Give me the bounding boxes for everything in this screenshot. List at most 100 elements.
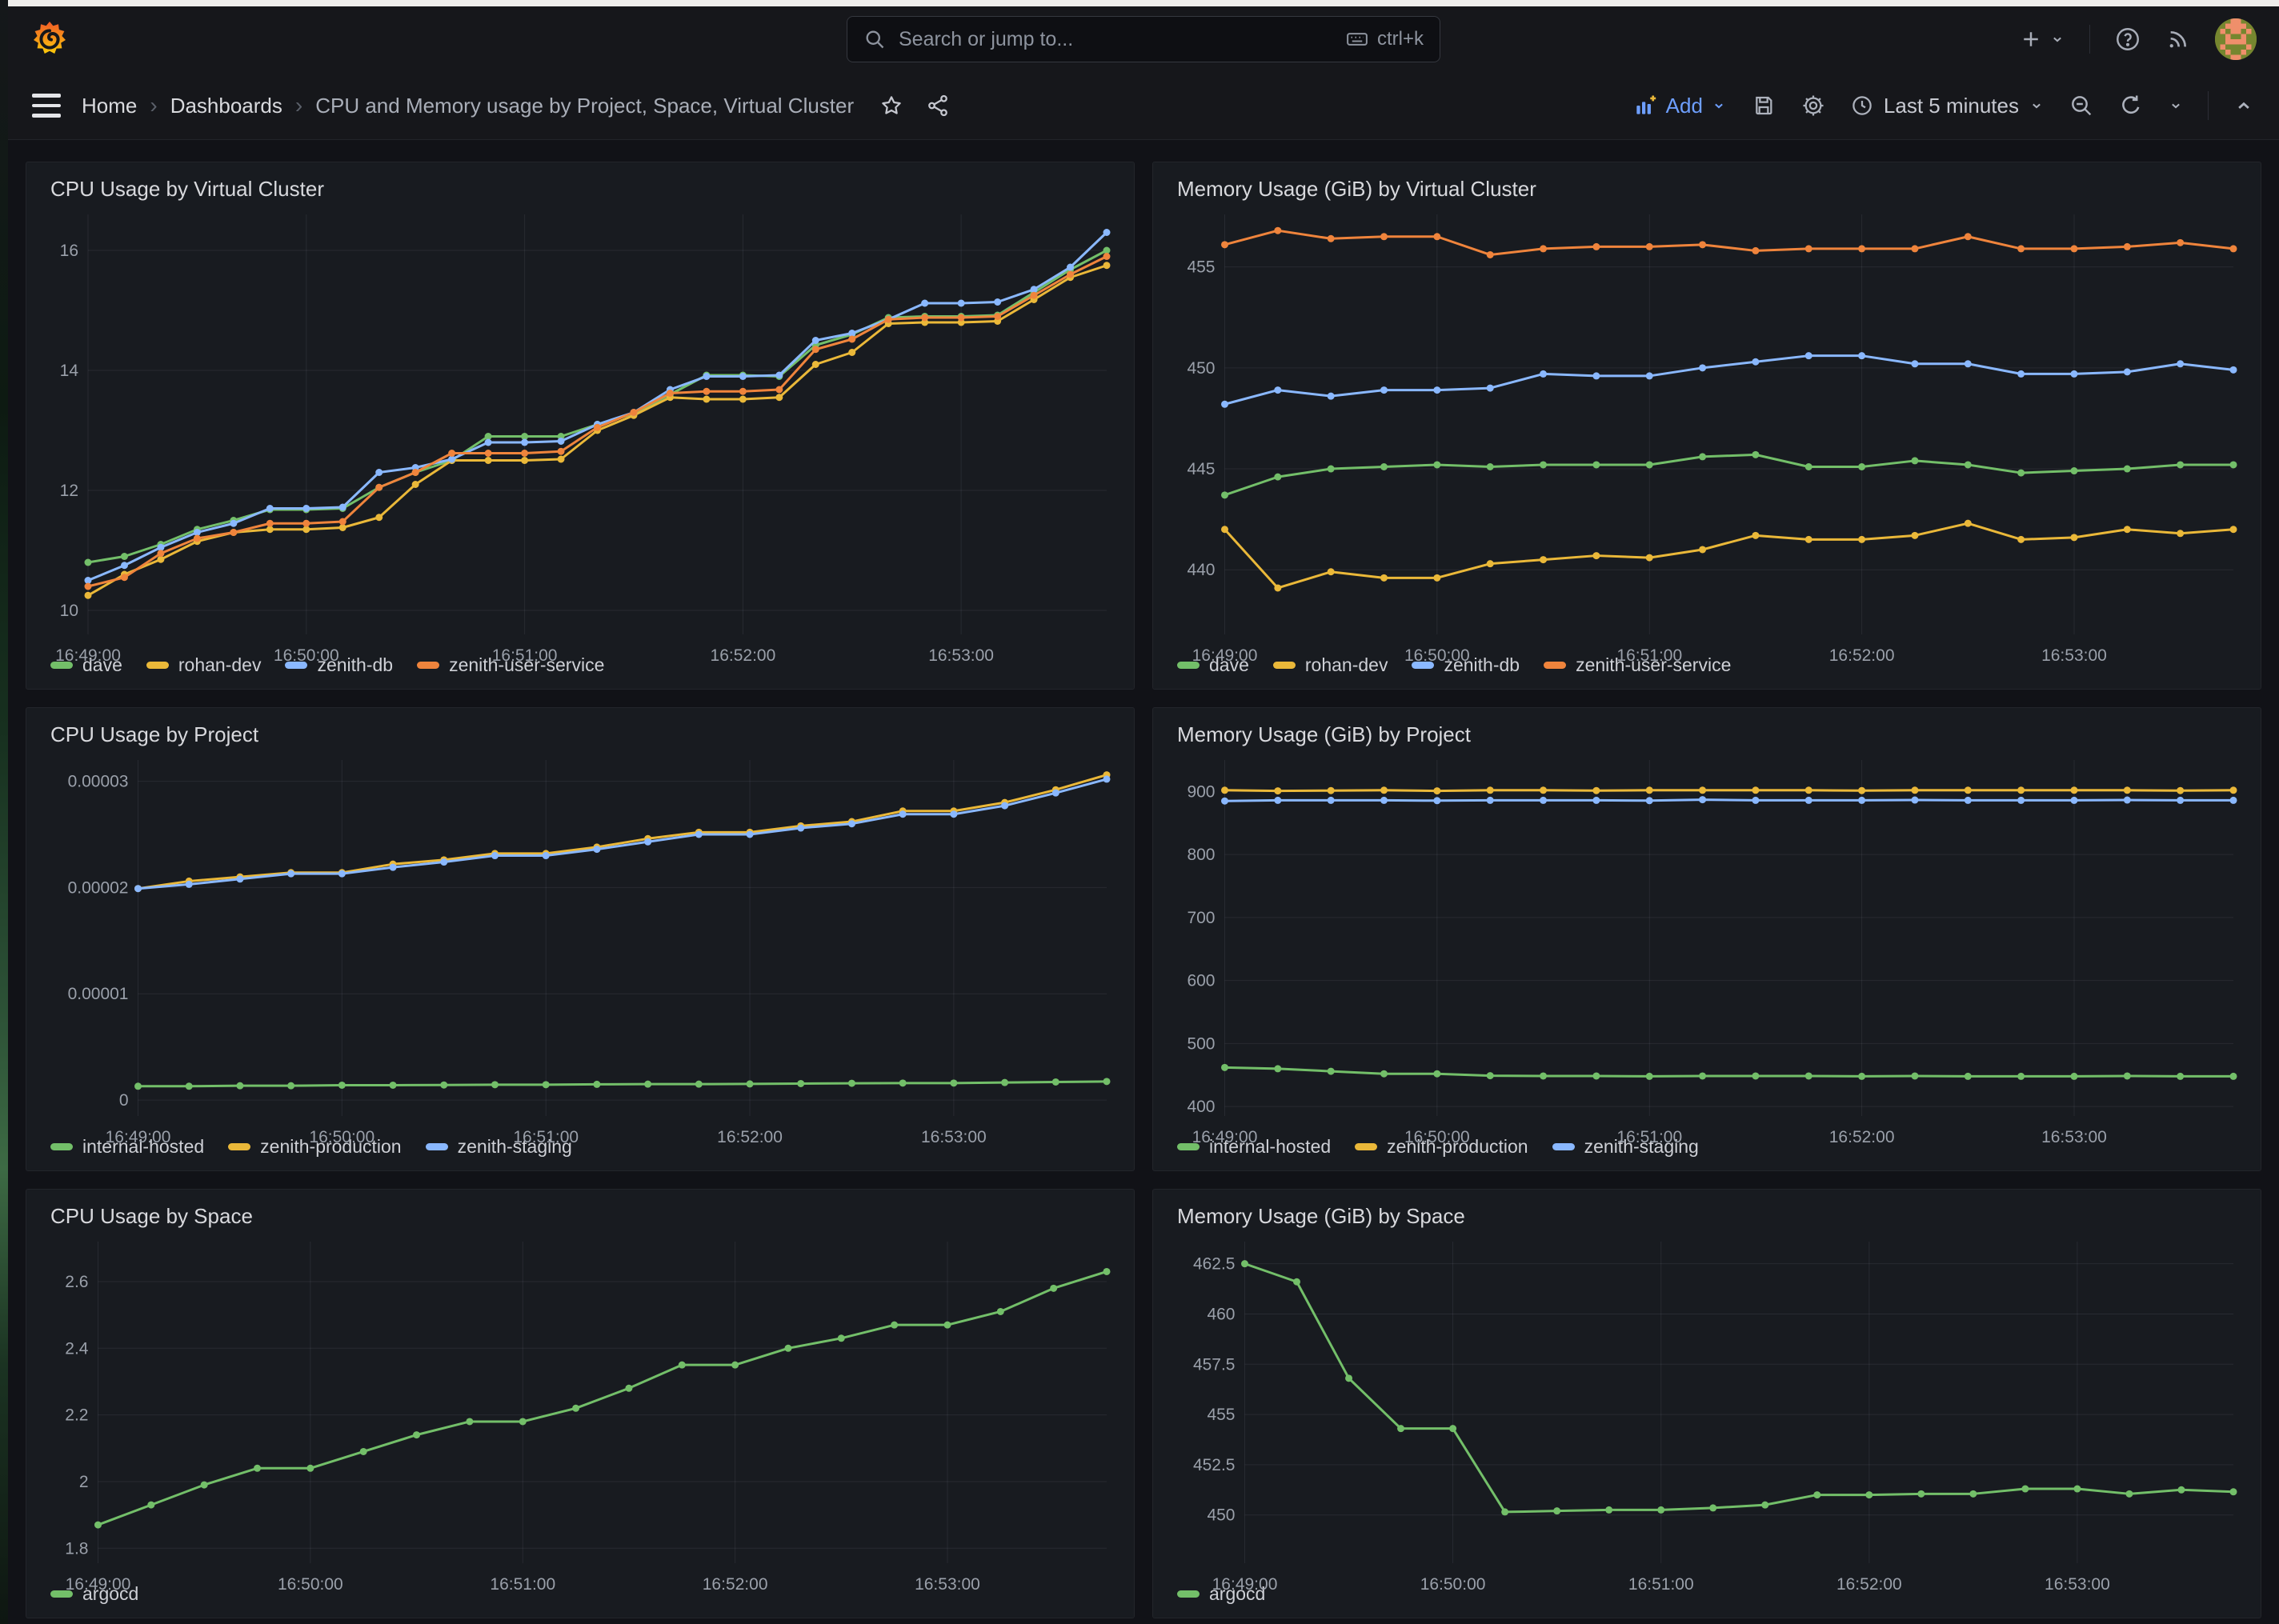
svg-text:16:53:00: 16:53:00 [928,646,994,665]
svg-text:16:49:00: 16:49:00 [55,646,121,665]
add-panel-button[interactable]: Add [1632,93,1727,118]
svg-text:800: 800 [1187,846,1215,864]
svg-text:16:50:00: 16:50:00 [274,646,339,665]
time-series-chart[interactable]: 1012141616:49:0016:50:0016:51:0016:52:00… [41,203,1119,650]
top-navigation-bar: ctrl+k [8,6,2279,72]
desktop-background-strip [0,0,8,1624]
breadcrumb: Home › Dashboards › CPU and Memory usage… [82,93,854,118]
refresh-dashboard-icon[interactable] [2118,93,2144,118]
svg-text:16:49:00: 16:49:00 [1192,646,1258,665]
svg-text:2.4: 2.4 [65,1339,89,1358]
panel-title[interactable]: Memory Usage (GiB) by Project [1168,718,2246,749]
svg-text:16:52:00: 16:52:00 [711,646,776,665]
svg-text:600: 600 [1187,972,1215,990]
svg-text:0.00002: 0.00002 [68,878,129,897]
svg-text:2.2: 2.2 [65,1406,88,1425]
svg-text:1.8: 1.8 [65,1539,88,1558]
svg-text:16: 16 [60,242,78,260]
time-series-chart[interactable]: 44044545045516:49:0016:50:0016:51:0016:5… [1168,203,2246,650]
panel-memory-by-space: Memory Usage (GiB) by Space 450 452.5 455 4… [1152,1189,2261,1618]
svg-text:16:51:00: 16:51:00 [1616,646,1682,665]
collapse-controls-icon[interactable] [2233,94,2255,117]
svg-text:700: 700 [1187,909,1215,927]
svg-text:462.5: 462.5 [1193,1255,1236,1274]
svg-text:460: 460 [1207,1305,1235,1323]
svg-text:16:49:00: 16:49:00 [1212,1575,1278,1594]
svg-text:457.5: 457.5 [1193,1355,1236,1374]
panel-title[interactable]: Memory Usage (GiB) by Space [1168,1199,2246,1230]
share-icon[interactable] [926,94,950,118]
time-series-chart[interactable]: 00.000010.000020.0000316:49:0016:50:0016… [41,749,1119,1131]
save-dashboard-icon[interactable] [1751,93,1776,118]
refresh-interval-caret-icon[interactable] [2168,98,2184,114]
svg-text:16:52:00: 16:52:00 [1829,646,1895,665]
time-range-picker[interactable]: Last 5 minutes [1850,94,2045,118]
time-series-chart[interactable]: 40050060070080090016:49:0016:50:0016:51:… [1168,749,2246,1131]
chevron-down-icon [2049,31,2065,47]
svg-text:0.00003: 0.00003 [68,773,129,791]
add-panel-label: Add [1666,94,1703,118]
svg-text:452.5: 452.5 [1193,1456,1236,1474]
breadcrumb-dashboards[interactable]: Dashboards [170,94,282,118]
dashboard-grid: CPU Usage by Virtual Cluster 10 12 14 16 16:… [8,146,2279,1624]
svg-text:16:50:00: 16:50:00 [309,1128,374,1146]
svg-text:12: 12 [60,482,78,500]
svg-text:16:52:00: 16:52:00 [703,1575,768,1594]
panel-cpu-by-project: CPU Usage by Project 00.000010.000020.00… [26,707,1135,1171]
topbar-divider [2089,25,2090,54]
svg-text:16:50:00: 16:50:00 [1404,646,1470,665]
breadcrumb-home[interactable]: Home [82,94,137,118]
svg-text:16:51:00: 16:51:00 [1616,1128,1682,1146]
svg-text:400: 400 [1187,1098,1215,1116]
svg-text:10: 10 [60,602,78,620]
svg-text:16:50:00: 16:50:00 [278,1575,343,1594]
topbar-actions [2019,18,2257,60]
svg-text:16:50:00: 16:50:00 [1420,1575,1486,1594]
panel-title[interactable]: Memory Usage (GiB) by Virtual Cluster [1168,172,2246,203]
dashboard-header-bar: Home › Dashboards › CPU and Memory usage… [8,72,2279,140]
svg-text:16:49:00: 16:49:00 [66,1575,131,1594]
svg-text:16:51:00: 16:51:00 [1628,1575,1694,1594]
svg-text:16:53:00: 16:53:00 [2041,1128,2107,1146]
svg-text:16:52:00: 16:52:00 [1829,1128,1895,1146]
zoom-out-time-icon[interactable] [2069,93,2094,118]
svg-text:14: 14 [60,362,79,380]
svg-text:450: 450 [1207,1506,1235,1525]
svg-text:16:53:00: 16:53:00 [921,1128,987,1146]
search-input[interactable] [897,27,1345,52]
search-icon [863,28,886,50]
search-shortcut-label: ctrl+k [1377,28,1424,50]
svg-text:0: 0 [119,1091,129,1110]
grafana-logo[interactable] [30,20,69,58]
panel-cpu-by-space: CPU Usage by Space 1.8 2 2.2 2.4 2.6 16:49:00… [26,1189,1135,1618]
panel-cpu-by-virtual-cluster: CPU Usage by Virtual Cluster 10 12 14 16 16:… [26,162,1135,690]
user-avatar[interactable] [2215,18,2257,60]
time-range-caret-icon [2029,98,2045,114]
svg-text:16:51:00: 16:51:00 [490,1575,555,1594]
svg-text:16:53:00: 16:53:00 [915,1575,980,1594]
news-rss-icon[interactable] [2165,26,2191,52]
menu-toggle-icon[interactable] [32,94,61,118]
svg-text:2.6: 2.6 [65,1273,88,1291]
search-bar[interactable]: ctrl+k [847,16,1440,62]
help-icon[interactable] [2114,26,2141,53]
new-menu-button[interactable] [2019,27,2065,51]
time-range-label: Last 5 minutes [1884,94,2019,118]
panel-title[interactable]: CPU Usage by Virtual Cluster [41,172,1119,203]
keyboard-icon [1345,27,1369,51]
add-caret-icon [1711,98,1727,114]
svg-text:16:52:00: 16:52:00 [717,1128,783,1146]
panel-title[interactable]: CPU Usage by Project [41,718,1119,749]
dashboard-title-actions [879,94,950,118]
svg-text:455: 455 [1207,1406,1235,1424]
time-series-chart[interactable]: 1.822.22.42.616:49:0016:50:0016:51:0016:… [41,1230,1119,1578]
panel-title[interactable]: CPU Usage by Space [41,1199,1119,1230]
dashboard-settings-icon[interactable] [1800,93,1826,118]
svg-text:16:49:00: 16:49:00 [106,1128,171,1146]
time-series-chart[interactable]: 450452.5455457.5460462.516:49:0016:50:00… [1168,1230,2246,1578]
toolbar-divider [2208,91,2209,120]
favorite-star-icon[interactable] [879,94,903,118]
svg-text:2: 2 [79,1473,89,1491]
svg-text:16:49:00: 16:49:00 [1192,1128,1258,1146]
panel-memory-by-project: Memory Usage (GiB) by Project 4005006007… [1152,707,2261,1171]
